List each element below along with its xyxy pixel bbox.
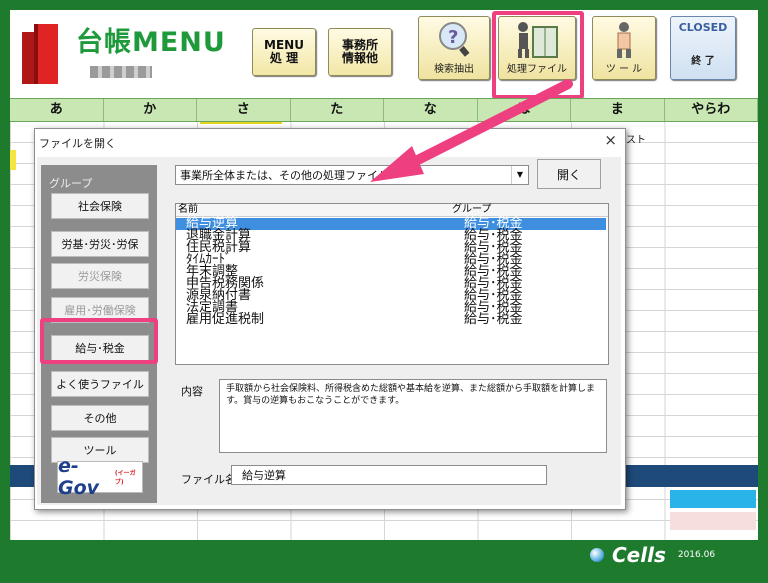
group-button-workers-comp: 労災保険: [51, 263, 149, 289]
filename-input[interactable]: 給与逆算: [231, 465, 547, 485]
annotation-arrow-icon: [370, 79, 573, 182]
brand-name: Cells: [612, 543, 666, 567]
salary-tax-highlight: [40, 318, 158, 364]
footer-brand: Cells 2016.06: [590, 543, 715, 567]
tools-button[interactable]: ツ ー ル: [592, 16, 656, 80]
file-list-header: 名前 グループ: [176, 204, 608, 217]
menu-process-button[interactable]: MENU 処 理: [252, 28, 316, 76]
list-item[interactable]: 源泉納付書 給与･税金: [176, 289, 606, 302]
tools-figure-icon: [617, 22, 631, 58]
app-title: 台帳MENU: [76, 27, 226, 58]
column-name-header[interactable]: 名前: [178, 204, 198, 216]
group-button-frequent-files[interactable]: よく使うファイル: [51, 371, 149, 397]
list-item[interactable]: 住民税計算 給与･税金: [176, 241, 606, 254]
kana-tab-yarawa[interactable]: やらわ: [665, 99, 758, 121]
svg-text:?: ?: [448, 27, 458, 48]
app-subtitle-logo: [90, 66, 152, 78]
list-item[interactable]: ﾀｲﾑｶｰﾄﾞ 給与･税金: [176, 253, 606, 266]
column-group-header[interactable]: グループ: [452, 204, 491, 216]
version-label: 2016.06: [677, 550, 716, 560]
exit-label: 終 了: [691, 56, 715, 67]
close-icon[interactable]: ×: [604, 131, 617, 149]
egov-text: e-Gov: [58, 455, 100, 499]
list-item[interactable]: 雇用促進税制 給与･税金: [176, 312, 606, 327]
file-list: 名前 グループ 給与逆算 給与･税金 退職金計算 給与･税金 住民税計算 給与･税金 …: [175, 203, 609, 365]
kana-tab-a[interactable]: あ: [10, 99, 104, 121]
tools-label: ツ ー ル: [605, 64, 643, 75]
group-button-other[interactable]: その他: [51, 405, 149, 431]
cell-text: スト: [626, 135, 646, 146]
kana-tab-ma[interactable]: ま: [571, 99, 665, 121]
dialog-title: ファイルを開く: [39, 137, 116, 150]
group-label: グループ: [49, 177, 93, 190]
list-item-name: 雇用促進税制: [186, 312, 265, 327]
app-window: スト 台帳MENU MENU 処 理 事務所 情報他 ? 検索抽出 処理ファイル: [0, 0, 768, 583]
cell-highlight-pink: [670, 512, 756, 530]
ledger-book-icon: [22, 24, 58, 84]
kana-tab-ka[interactable]: か: [104, 99, 197, 121]
search-extract-button[interactable]: ? 検索抽出: [418, 16, 490, 80]
cell-highlight-blue: [670, 490, 756, 508]
search-extract-label: 検索抽出: [434, 64, 474, 75]
egov-sup: (イーガブ): [114, 470, 136, 486]
globe-icon: [590, 548, 604, 562]
group-button-social-insurance[interactable]: 社会保険: [51, 193, 149, 219]
exit-button[interactable]: CLOSED 終 了: [670, 16, 736, 80]
group-button-labor[interactable]: 労基･労災･労保: [51, 231, 149, 257]
list-item-group: 給与･税金: [464, 312, 523, 327]
closed-label: CLOSED: [678, 21, 728, 34]
office-info-button[interactable]: 事務所 情報他: [328, 28, 392, 76]
kana-tab-sa[interactable]: さ: [197, 99, 291, 121]
description-box: 手取額から社会保険料、所得税含めた総額や基本給を逆算、また総額から手取額を計算し…: [219, 379, 607, 453]
egov-link[interactable]: e-Gov (イーガブ): [57, 455, 143, 499]
search-icon: ?: [439, 22, 470, 57]
description-label: 内容: [181, 385, 203, 398]
row-marker-left: [10, 150, 16, 170]
filename-label: ファイル名: [181, 473, 236, 486]
